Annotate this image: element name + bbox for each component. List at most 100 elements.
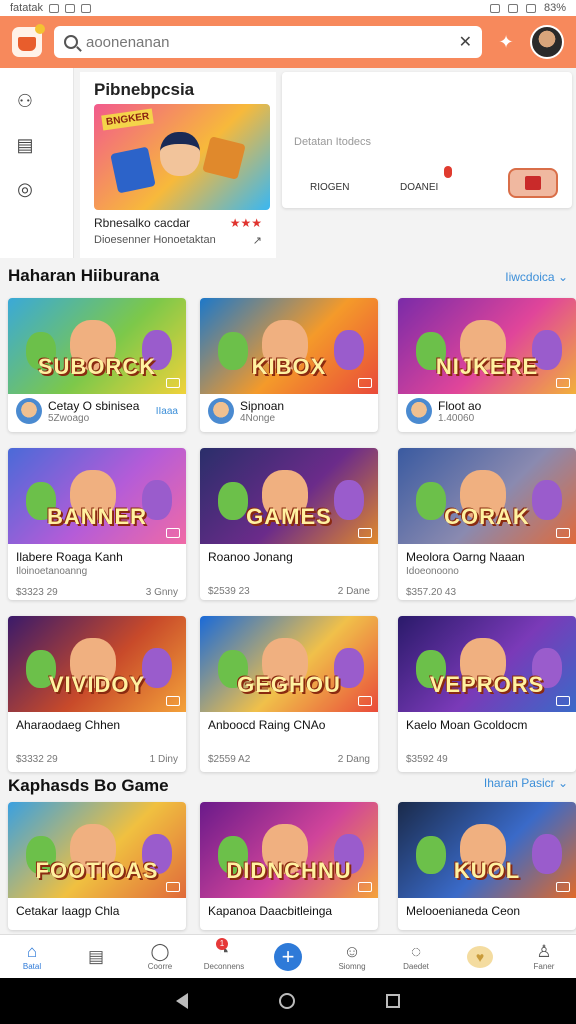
- game-art-title: GAMES: [246, 504, 332, 529]
- list-icon[interactable]: ▤: [14, 134, 36, 156]
- card-meta: $2539 23 2 Dane: [200, 564, 378, 600]
- game-art-title: SUBORCK: [37, 354, 157, 379]
- game-artwork[interactable]: SUBORCK: [8, 298, 186, 394]
- featured-image[interactable]: BNGKER: [94, 104, 270, 210]
- fullscreen-icon[interactable]: [556, 696, 570, 706]
- tab-icon: ☺: [343, 942, 361, 961]
- game-artwork[interactable]: NIJKERE: [398, 298, 576, 394]
- fullscreen-icon[interactable]: [358, 696, 372, 706]
- tab-item[interactable]: ◌ Daedet: [384, 942, 448, 971]
- tab-icon: ◌: [410, 942, 422, 961]
- section-link[interactable]: Iiwcdoica ⌄: [505, 270, 568, 284]
- game-card[interactable]: FOOTIOAS Cetakar Iaagp Chla: [8, 802, 186, 930]
- game-tag: 1 Diny: [149, 754, 178, 765]
- game-card[interactable]: KIBOX Sipnoan 4Nonge: [200, 298, 378, 432]
- featured-subtitle: Dioesenner Honoetaktan: [94, 234, 216, 246]
- recents-icon[interactable]: [386, 994, 401, 1008]
- rating-stars-icon: ★★★: [229, 216, 262, 230]
- game-artwork[interactable]: GAMES: [200, 448, 378, 544]
- section-title: Haharan Hiiburana: [8, 266, 160, 285]
- game-name: Aharaodaeg Chhen: [16, 718, 121, 732]
- game-artwork[interactable]: CORAK: [398, 448, 576, 544]
- tab-item[interactable]: ♙ Faner: [512, 942, 576, 971]
- game-artwork[interactable]: KUOL: [398, 802, 576, 898]
- tab-item[interactable]: ▤: [64, 947, 128, 967]
- game-art-title: BANNER: [46, 504, 148, 529]
- home-icon[interactable]: [278, 993, 295, 1009]
- game-art-title: GEGHOU: [237, 672, 341, 697]
- game-card[interactable]: GEGHOU Anboocd Raing CNAo $2559 A2 2 Dang: [200, 616, 378, 772]
- game-artwork[interactable]: VIVIDOY: [8, 616, 186, 712]
- fullscreen-icon[interactable]: [556, 378, 570, 388]
- game-artwork[interactable]: FOOTIOAS: [8, 802, 186, 898]
- search-bar[interactable]: aoonenanan ✕: [54, 26, 482, 58]
- panel-button-2[interactable]: DOANEI: [400, 182, 438, 193]
- card-meta: $3323 29 3 Gnny: [8, 577, 186, 600]
- app-logo[interactable]: [12, 24, 45, 57]
- game-price: $3592 49: [406, 754, 448, 765]
- gamepad-icon[interactable]: ✦: [494, 30, 518, 54]
- tab-item[interactable]: ◔ 1 Deconnens: [192, 938, 256, 971]
- sync-icon: [81, 3, 92, 13]
- back-icon[interactable]: [175, 993, 188, 1009]
- game-name: Kaelo Moan Gcoldocm: [406, 718, 528, 732]
- fullscreen-icon[interactable]: [358, 882, 372, 892]
- game-name: Meolora Oarng Naaan: [406, 550, 525, 564]
- more-icon[interactable]: ↗: [253, 234, 262, 247]
- gift-button[interactable]: [508, 168, 558, 198]
- fullscreen-icon[interactable]: [166, 378, 180, 388]
- game-card[interactable]: GAMES Roanoo Jonang $2539 23 2 Dane: [200, 448, 378, 600]
- game-name: Anboocd Raing CNAo: [208, 718, 326, 732]
- logo-badge-icon: [35, 24, 45, 34]
- game-card[interactable]: SUBORCK Cetay O sbinisea 5Zwoago IIaaa: [8, 298, 186, 432]
- fullscreen-icon[interactable]: [556, 882, 570, 892]
- game-card[interactable]: BANNER Ilabere Roaga Kanh Iloinoetanoanng $…: [8, 448, 186, 600]
- fullscreen-icon[interactable]: [358, 378, 372, 388]
- tab-label: Daedet: [403, 962, 429, 971]
- tab-item[interactable]: ♥: [448, 945, 512, 968]
- game-artwork[interactable]: DIDNCHNU: [200, 802, 378, 898]
- game-card[interactable]: VEPRORS Kaelo Moan Gcoldocm $3592 49: [398, 616, 576, 772]
- game-subtitle: 1.40060: [438, 412, 475, 424]
- tab-item[interactable]: ☺ Siomng: [320, 942, 384, 971]
- game-card[interactable]: CORAK Meolora Oarng Naaan Idoeonoono $357.2…: [398, 448, 576, 600]
- game-subtitle: 4Nonge: [240, 412, 276, 424]
- card-link[interactable]: IIaaa: [156, 406, 178, 417]
- tab-item[interactable]: ⌂ Batal: [0, 942, 64, 971]
- game-name: Melooenianeda Ceon: [406, 904, 521, 918]
- chat-icon[interactable]: ◎: [14, 178, 36, 200]
- tab-icon: ♙: [536, 942, 552, 961]
- plus-icon[interactable]: +: [274, 942, 302, 971]
- clear-search-icon[interactable]: ✕: [459, 32, 472, 52]
- game-artwork[interactable]: VEPRORS: [398, 616, 576, 712]
- featured-game[interactable]: Pibnebpcsia BNGKER Rbnesalko cacdar ★★★ …: [80, 72, 276, 258]
- game-card[interactable]: VIVIDOY Aharaodaeg Chhen $3332 29 1 Diny: [8, 616, 186, 772]
- avatar[interactable]: [530, 25, 564, 59]
- fullscreen-icon[interactable]: [556, 528, 570, 538]
- tab-item[interactable]: ◯ Coorre: [128, 942, 192, 971]
- game-art-title: DIDNCHNU: [226, 858, 352, 883]
- panel-button-1[interactable]: RIOGEN: [310, 182, 349, 193]
- game-artwork[interactable]: GEGHOU: [200, 616, 378, 712]
- card-meta: $357.20 43: [398, 577, 576, 600]
- search-input[interactable]: aoonenanan: [86, 34, 451, 51]
- fullscreen-icon[interactable]: [166, 696, 180, 706]
- fullscreen-icon[interactable]: [166, 882, 180, 892]
- game-price: $3323 29: [16, 587, 58, 598]
- status-bar: fatatak 83%: [0, 0, 576, 16]
- game-name: Sipnoan: [240, 398, 285, 413]
- game-subtitle: Iloinoetanoanng: [16, 566, 88, 577]
- tab-item[interactable]: +: [256, 942, 320, 971]
- fullscreen-icon[interactable]: [358, 528, 372, 538]
- game-card[interactable]: KUOL Melooenianeda Ceon: [398, 802, 576, 930]
- section-link[interactable]: Iharan Pasicr ⌄: [484, 776, 568, 790]
- game-card[interactable]: NIJKERE Floot ao 1.40060: [398, 298, 576, 432]
- people-icon[interactable]: ⚇: [14, 90, 36, 112]
- game-artwork[interactable]: KIBOX: [200, 298, 378, 394]
- game-artwork[interactable]: BANNER: [8, 448, 186, 544]
- fullscreen-icon[interactable]: [166, 528, 180, 538]
- heart-icon[interactable]: ♥: [467, 945, 493, 968]
- game-price: $2559 A2: [208, 754, 251, 765]
- game-card[interactable]: DIDNCHNU Kapanoa Daacbitleinga: [200, 802, 378, 930]
- card-text: Floot ao 1.40060: [438, 399, 481, 424]
